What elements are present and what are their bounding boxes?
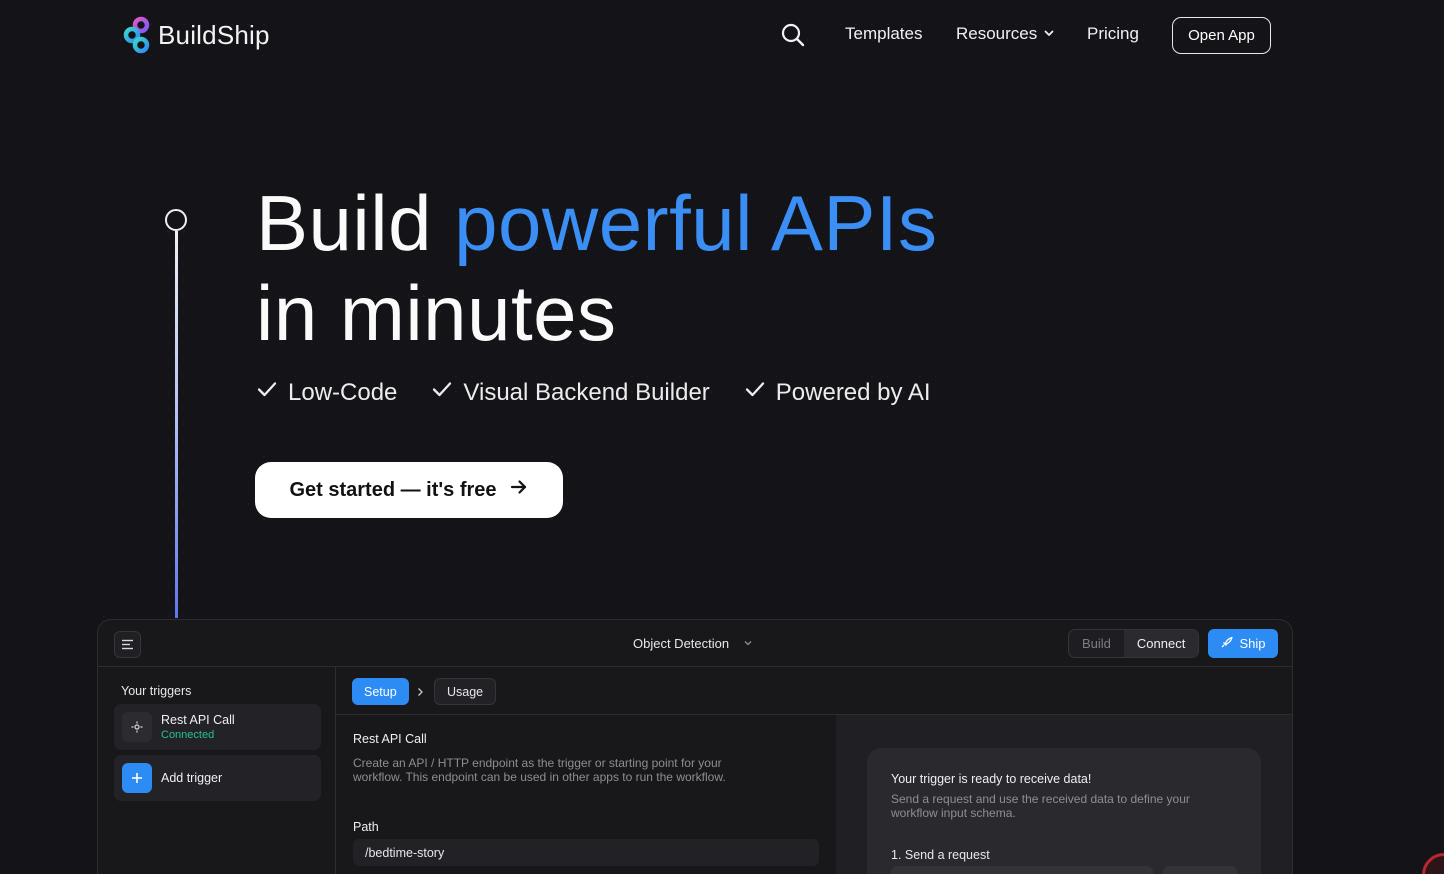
feature-label: Visual Backend Builder <box>463 378 710 406</box>
trigger-setup-form: Rest API Call Create an API / HTTP endpo… <box>336 715 836 874</box>
search-icon[interactable] <box>780 22 806 48</box>
arrow-right-icon <box>509 477 529 503</box>
add-trigger-label: Add trigger <box>161 771 223 785</box>
mode-connect[interactable]: Connect <box>1123 630 1199 657</box>
get-started-button[interactable]: Get started — it's free <box>255 462 563 518</box>
nav-link-pricing[interactable]: Pricing <box>1087 24 1139 44</box>
open-app-button[interactable]: Open App <box>1172 17 1271 54</box>
tab-setup[interactable]: Setup <box>352 678 409 705</box>
brand-logo[interactable]: BuildShip <box>122 16 270 54</box>
rocket-icon <box>1220 636 1234 652</box>
ship-label: Ship <box>1239 636 1266 651</box>
feature-item: Powered by AI <box>744 378 931 407</box>
get-started-label: Get started — it's free <box>289 478 497 501</box>
feature-list: Low-Code Visual Backend Builder Powered … <box>256 378 931 407</box>
plus-icon <box>122 763 152 793</box>
mode-toggle: Build Connect <box>1068 629 1200 658</box>
ready-description: Send a request and use the received data… <box>891 792 1190 820</box>
add-trigger-button[interactable]: Add trigger <box>114 755 321 801</box>
nav-link-templates[interactable]: Templates <box>845 24 922 44</box>
feature-label: Powered by AI <box>775 378 931 406</box>
path-label: Path <box>353 820 379 834</box>
mode-build[interactable]: Build <box>1069 630 1124 657</box>
chevron-right-icon <box>416 684 424 702</box>
step-label: 1. Send a request <box>891 848 990 862</box>
app-preview: Object Detection Build Connect Ship Your… <box>97 619 1293 874</box>
path-input[interactable] <box>353 839 819 866</box>
nav-link-resources[interactable]: Resources <box>956 24 1055 44</box>
workflow-name: Object Detection <box>633 636 730 651</box>
hero-title-line2: in minutes <box>256 269 617 357</box>
timeline-dot <box>165 209 187 231</box>
chat-widget-icon[interactable] <box>1422 853 1444 874</box>
check-icon <box>744 378 766 407</box>
setup-breadcrumb: Setup Usage <box>336 667 1292 715</box>
trigger-sidebar: Your triggers Rest API Call Connected Ad… <box>98 667 336 874</box>
ready-title: Your trigger is ready to receive data! <box>891 772 1092 786</box>
chevron-down-icon <box>1043 24 1055 44</box>
sidebar-title: Your triggers <box>121 684 192 698</box>
ready-card: Your trigger is ready to receive data! S… <box>867 748 1261 874</box>
menu-icon[interactable] <box>114 631 141 658</box>
feature-item: Visual Backend Builder <box>431 378 710 407</box>
test-panel: Your trigger is ready to receive data! S… <box>836 715 1292 874</box>
api-trigger-icon <box>122 712 152 742</box>
feature-item: Low-Code <box>256 378 397 407</box>
check-icon <box>431 378 453 407</box>
buildship-logo-icon <box>122 16 152 54</box>
ship-button[interactable]: Ship <box>1208 629 1278 658</box>
request-url-field[interactable] <box>891 866 1153 874</box>
trigger-item-rest-api[interactable]: Rest API Call Connected <box>114 704 321 750</box>
request-method-field[interactable] <box>1163 866 1237 874</box>
top-nav: BuildShip Templates Resources Pricing Op… <box>0 0 1444 72</box>
tab-usage[interactable]: Usage <box>434 678 497 705</box>
trigger-status: Connected <box>161 729 215 741</box>
form-title: Rest API Call <box>353 732 427 746</box>
nav-link-resources-label: Resources <box>956 24 1038 43</box>
workflow-selector[interactable]: Object Detection <box>633 636 753 651</box>
check-icon <box>256 378 278 407</box>
hero-title-accent: powerful APIs <box>454 179 938 267</box>
timeline-line <box>174 231 178 618</box>
chevron-down-icon <box>743 636 753 651</box>
hero-title: Build powerful APIs in minutes <box>256 178 938 358</box>
brand-name: BuildShip <box>158 19 270 50</box>
trigger-name: Rest API Call <box>161 713 235 727</box>
form-description: Create an API / HTTP endpoint as the tri… <box>353 756 726 784</box>
app-toolbar: Object Detection Build Connect Ship <box>98 620 1292 667</box>
feature-label: Low-Code <box>288 378 398 406</box>
hero-title-start: Build <box>256 179 432 267</box>
